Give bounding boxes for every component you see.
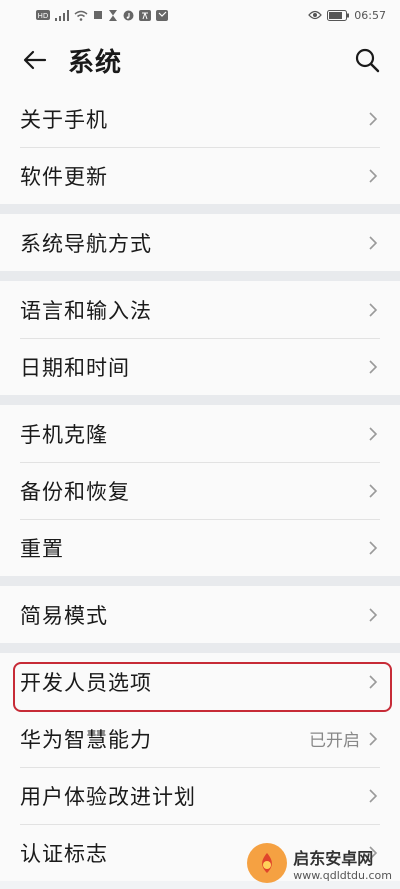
chevron-right-icon [366, 787, 380, 805]
group-divider [0, 271, 400, 281]
app-bar: 系统 [0, 30, 400, 90]
watermark-url: www.qdldtdu.com [293, 868, 392, 882]
setting-phone-clone[interactable]: 手机克隆 [0, 405, 400, 462]
watermark-name: 启东安卓网 [293, 848, 374, 868]
chevron-right-icon [366, 110, 380, 128]
setting-label: 系统导航方式 [20, 231, 152, 256]
music-icon [123, 10, 134, 21]
setting-label: 日期和时间 [20, 355, 130, 380]
setting-label: 语言和输入法 [20, 298, 152, 323]
back-button[interactable] [20, 45, 50, 75]
setting-label: 关于手机 [20, 107, 108, 132]
group-divider [0, 395, 400, 405]
setting-label: 备份和恢复 [20, 479, 130, 504]
chevron-right-icon [366, 673, 380, 691]
chevron-right-icon [366, 539, 380, 557]
settings-group: 手机克隆 备份和恢复 重置 [0, 405, 400, 576]
translate-icon [139, 9, 151, 21]
group-divider [0, 643, 400, 653]
chevron-right-icon [366, 730, 380, 748]
setting-value: 已开启 [309, 731, 360, 751]
battery-icon [327, 9, 350, 21]
setting-label: 软件更新 [20, 164, 108, 189]
setting-user-experience[interactable]: 用户体验改进计划 [0, 767, 400, 824]
setting-developer-options[interactable]: 开发人员选项 [0, 653, 400, 710]
setting-label: 华为智慧能力 [20, 727, 152, 752]
setting-language-input[interactable]: 语言和输入法 [0, 281, 400, 338]
setting-reset[interactable]: 重置 [0, 519, 400, 576]
setting-navigation-mode[interactable]: 系统导航方式 [0, 214, 400, 271]
setting-label: 用户体验改进计划 [20, 784, 196, 809]
chevron-right-icon [366, 482, 380, 500]
chevron-right-icon [366, 425, 380, 443]
setting-backup-restore[interactable]: 备份和恢复 [0, 462, 400, 519]
setting-label: 开发人员选项 [20, 670, 152, 695]
hourglass-icon [108, 9, 118, 21]
status-icons-right: 06:57 [308, 9, 386, 22]
wifi-icon [74, 10, 88, 21]
eye-icon [308, 10, 323, 20]
search-icon [355, 48, 380, 73]
signal-icon [55, 9, 69, 21]
setting-label: 重置 [20, 536, 64, 561]
setting-label: 简易模式 [20, 603, 108, 628]
setting-huawei-assistant[interactable]: 华为智慧能力 已开启 [0, 710, 400, 767]
chevron-right-icon [366, 301, 380, 319]
svg-text:HD: HD [38, 12, 49, 20]
group-divider [0, 204, 400, 214]
settings-group: 简易模式 [0, 586, 400, 643]
watermark: 启东安卓网 www.qdldtdu.com [247, 843, 392, 883]
setting-date-time[interactable]: 日期和时间 [0, 338, 400, 395]
setting-label: 手机克隆 [20, 422, 108, 447]
status-icons-left: HD [36, 9, 168, 21]
status-bar: HD 06:57 [0, 0, 400, 30]
arrow-left-icon [23, 50, 47, 70]
watermark-text: 启东安卓网 www.qdldtdu.com [293, 845, 392, 882]
chevron-right-icon [366, 234, 380, 252]
settings-group: 系统导航方式 [0, 214, 400, 271]
chevron-right-icon [366, 358, 380, 376]
setting-about-phone[interactable]: 关于手机 [0, 90, 400, 147]
settings-group: 语言和输入法 日期和时间 [0, 281, 400, 395]
watermark-logo-icon [247, 843, 288, 883]
status-time: 06:57 [354, 8, 386, 22]
setting-simple-mode[interactable]: 简易模式 [0, 586, 400, 643]
search-button[interactable] [350, 43, 384, 77]
setting-software-update[interactable]: 软件更新 [0, 147, 400, 204]
chevron-right-icon [366, 606, 380, 624]
group-divider [0, 576, 400, 586]
chevron-right-icon [366, 167, 380, 185]
page-title: 系统 [68, 47, 123, 78]
hd-icon: HD [36, 10, 50, 20]
settings-group: 关于手机 软件更新 [0, 90, 400, 204]
square-icon [93, 10, 103, 20]
message-icon [156, 9, 168, 21]
